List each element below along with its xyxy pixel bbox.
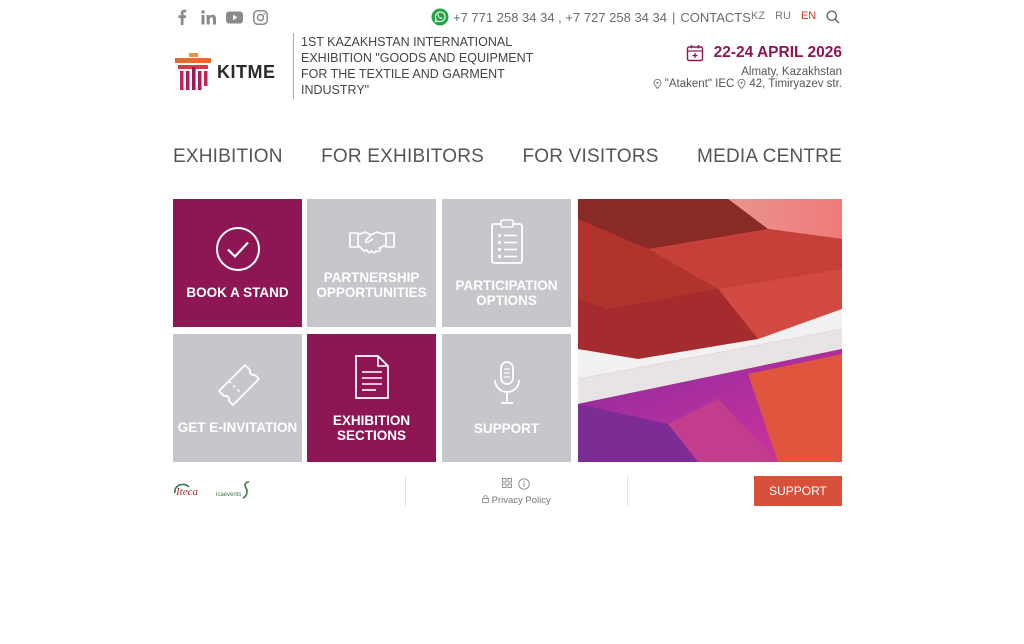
contacts-separator: | [671,9,676,25]
tile-get-e-invitation[interactable]: GET E-INVITATION [173,334,302,462]
clipboard-icon [490,218,524,268]
search-icon[interactable] [826,10,842,26]
info-icon[interactable] [518,478,531,493]
event-date: 22-24 APRIL 2026 [713,44,842,61]
social-links [173,8,269,26]
lang-ru[interactable]: RU [775,10,791,22]
contacts-link[interactable]: CONTACTS [680,10,751,25]
tile-partnership-opportunities[interactable]: PARTNERSHIP OPPORTUNITIES [307,199,436,327]
lang-en[interactable]: EN [801,10,816,22]
tile-participation-options[interactable]: PARTICIPATION OPTIONS [442,199,571,327]
handshake-icon [348,227,396,260]
footer-divider [405,476,406,506]
icaevents-logo-text: icaevents [216,492,241,498]
partner-logos: Iteca icaevents [173,480,255,507]
support-button[interactable]: SUPPORT [754,476,842,506]
privacy-block: Privacy Policy [482,478,551,506]
footer-divider [627,476,628,506]
language-switcher: KZ RU EN [751,10,816,22]
tile-label: PARTNERSHIP OPPORTUNITIES [316,269,427,300]
tile-label: EXHIBITION SECTIONS [332,412,411,443]
main-nav: EXHIBITION FOR EXHIBITORS FOR VISITORS M… [173,146,842,168]
event-city: Almaty, Kazakhstan [741,66,842,78]
privacy-icons [482,478,551,493]
event-info: 22-24 APRIL 2026 Almaty, Kazakhstan "Ata… [653,44,842,90]
footer: Iteca icaevents Privacy Policy SUPPORT [173,476,842,508]
header-divider [293,33,294,99]
linkedin-icon[interactable] [199,8,217,26]
microphone-icon [492,360,522,411]
iteca-logo-text: Iteca [175,486,198,498]
venue-name: "Atakent" IEC [664,78,735,90]
nav-item-media-centre[interactable]: MEDIA CENTRE [697,146,842,168]
nav-item-for-visitors[interactable]: FOR VISITORS [522,146,658,168]
event-venue: "Atakent" IEC 42, Timiryazev str. [653,78,842,90]
ticket-icon [215,361,261,410]
map-pin-icon [737,79,746,89]
event-date-row: 22-24 APRIL 2026 [653,44,842,62]
site-logo[interactable]: KITME [175,52,276,92]
facebook-icon[interactable] [173,8,191,26]
whatsapp-icon[interactable] [431,8,449,26]
tile-label: GET E-INVITATION [177,420,298,435]
top-bar: +7 771 258 34 34 , +7 727 258 34 34 | CO… [173,8,842,28]
kitme-logo-icon [175,53,211,90]
checkmark-circle-icon [215,226,261,275]
privacy-policy-label: Privacy Policy [491,495,551,506]
contacts-bar: +7 771 258 34 34 , +7 727 258 34 34 | CO… [431,8,751,26]
youtube-icon[interactable] [225,8,243,26]
instagram-icon[interactable] [251,8,269,26]
phone-numbers[interactable]: +7 771 258 34 34 , +7 727 258 34 34 [453,10,667,25]
tile-book-a-stand[interactable]: BOOK A STAND [173,199,302,327]
privacy-policy-link[interactable]: Privacy Policy [482,495,551,506]
lang-kz[interactable]: KZ [751,10,765,22]
grid-icon[interactable] [502,478,513,493]
tile-support[interactable]: SUPPORT [442,334,571,462]
venue-address: 42, Timiryazev str. [749,78,842,90]
logo-text: KITME [217,61,276,82]
tile-label: PARTICIPATION OPTIONS [455,277,558,308]
nav-item-exhibition[interactable]: EXHIBITION [173,146,283,168]
document-icon [354,354,390,403]
exhibition-tagline: 1ST KAZAKHSTAN INTERNATIONAL EXHIBITION … [301,35,534,97]
tile-exhibition-sections[interactable]: EXHIBITION SECTIONS [307,334,436,462]
map-pin-icon [653,79,662,89]
tile-label: SUPPORT [473,421,540,436]
icaevents-logo[interactable]: icaevents [215,480,255,507]
nav-item-for-exhibitors[interactable]: FOR EXHIBITORS [321,146,484,168]
calendar-icon [686,44,704,62]
fabric-samples-image [578,199,842,462]
lock-icon [482,495,489,503]
iteca-logo[interactable]: Iteca [173,481,211,506]
tile-label: BOOK A STAND [186,285,289,300]
